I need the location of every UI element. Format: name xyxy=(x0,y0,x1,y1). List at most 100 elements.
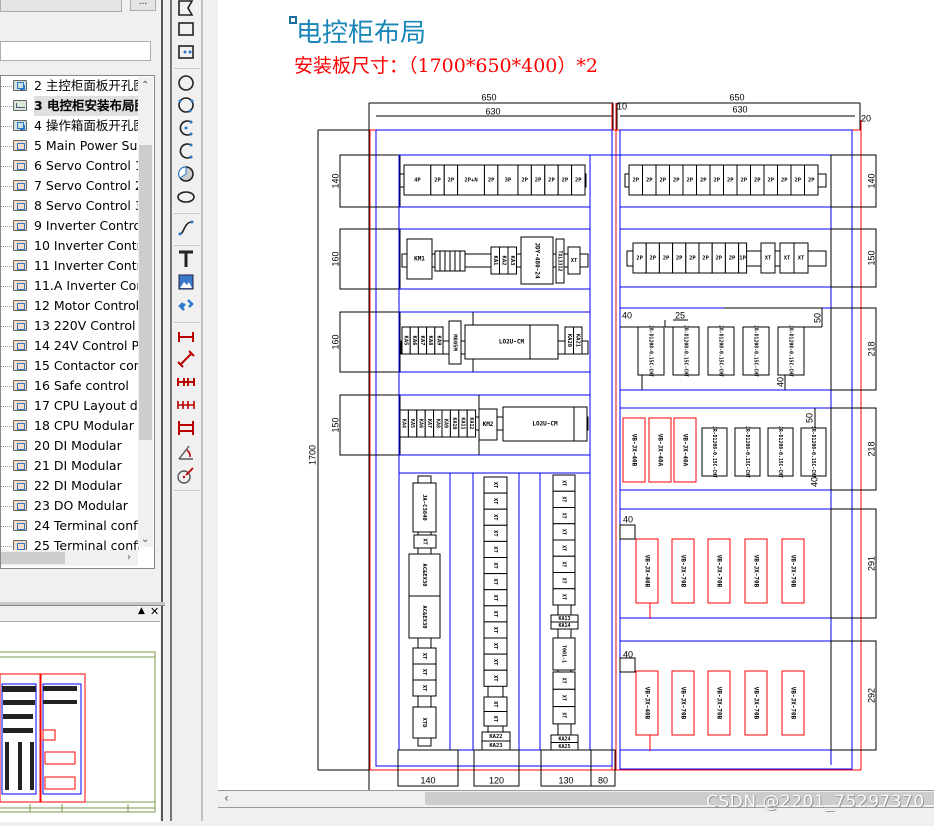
dimension-linear-icon[interactable] xyxy=(176,327,196,347)
dimension-baseline-icon[interactable] xyxy=(176,395,196,415)
component-label: JR-D1208-0.15C-CHT xyxy=(683,325,689,377)
tree-item[interactable]: 11 Inverter Control xyxy=(1,256,139,276)
collapse-icon[interactable]: ▲ xyxy=(138,606,145,616)
component: 2P xyxy=(696,164,711,196)
tree-item-label: 23 DO Modular xyxy=(34,498,128,513)
tree-item[interactable]: 10 Inverter Control xyxy=(1,236,139,256)
contactor: KM1 xyxy=(406,238,433,280)
polygon-icon[interactable] xyxy=(176,0,196,18)
dimension-increment-icon[interactable] xyxy=(176,418,196,438)
component-label: KA8 xyxy=(434,419,440,428)
column-component: XT xyxy=(483,476,508,494)
component-label: 2P xyxy=(632,178,639,184)
page-icon xyxy=(13,140,27,151)
circle-sector-icon[interactable] xyxy=(176,164,196,184)
component-label: XT xyxy=(492,675,498,682)
terminal-block xyxy=(449,250,456,272)
arc-center-icon[interactable] xyxy=(176,141,196,161)
component-label: JR-D1208-0.15C-CHT xyxy=(711,426,717,478)
component-label: LO2U-CM xyxy=(532,421,558,428)
tree-scroll-thumb[interactable] xyxy=(139,145,152,440)
tree-item[interactable]: 17 CPU Layout diagram xyxy=(1,396,139,416)
dimension-chain-icon[interactable] xyxy=(176,372,196,392)
tree-item[interactable]: 14 24V Control Power xyxy=(1,336,139,356)
tree-item[interactable]: 5 Main Power Supply xyxy=(1,136,139,156)
tree-item[interactable]: 18 CPU Modular xyxy=(1,416,139,436)
relay: KA7 xyxy=(417,326,428,355)
tree-item[interactable]: 16 Safe control xyxy=(1,376,139,396)
component-label: XT xyxy=(421,685,427,692)
tree-item[interactable]: 6 Servo Control 1 xyxy=(1,156,139,176)
tree-connector xyxy=(1,186,12,187)
tree-item[interactable]: 22 DI Modular xyxy=(1,476,139,496)
toolbar-separator xyxy=(174,490,200,491)
drawing-canvas[interactable]: 电控柜布局 安装板尺寸：（1700*650*400）*2 650 630 10 650 63… xyxy=(218,0,934,790)
scroll-down-icon[interactable]: ⌄ xyxy=(141,534,149,545)
tree-item[interactable]: 7 Servo Control 2 xyxy=(1,176,139,196)
spline-icon[interactable] xyxy=(176,218,196,238)
component-label: VB-JX-70B xyxy=(790,555,797,588)
scroll-left-icon[interactable]: ‹ xyxy=(224,791,229,805)
component-label: KA3 xyxy=(509,256,515,266)
tree-connector xyxy=(1,446,12,447)
tree-item[interactable]: 21 DI Modular xyxy=(1,456,139,476)
tree-item[interactable]: 11.A Inverter Control xyxy=(1,276,139,296)
relay: KA21 xyxy=(573,326,583,355)
rectangle-icon[interactable] xyxy=(176,19,196,39)
relay: KA12 xyxy=(466,409,477,438)
relay: KA9 xyxy=(434,326,444,355)
component-label: 2P xyxy=(713,178,720,184)
tree-item-label: 14 24V Control Power xyxy=(34,338,139,353)
component-label: XT xyxy=(561,594,567,600)
page-icon xyxy=(13,200,27,211)
component-label: JR-D1208-0.15C-CHT xyxy=(788,325,794,377)
ellipse-icon[interactable] xyxy=(176,187,196,207)
tree-item[interactable]: 13 220V Control Power xyxy=(1,316,139,336)
dimension-radius-icon[interactable] xyxy=(176,465,196,485)
tree-item[interactable]: 3 电控柜安装布局图 xyxy=(1,96,139,116)
scroll-up-icon[interactable]: ⌃ xyxy=(141,80,149,91)
component-label: XT xyxy=(492,482,498,489)
component: 2P xyxy=(790,164,805,196)
tree-item[interactable]: 2 主控柜面板开孔图 xyxy=(1,76,139,96)
close-icon[interactable]: ✕ xyxy=(150,605,159,618)
dimension-label: 20 xyxy=(861,113,871,123)
tree-item[interactable]: 8 Servo Control 3 xyxy=(1,196,139,216)
tree-hscroll-thumb[interactable] xyxy=(1,552,65,564)
arc-icon[interactable] xyxy=(176,118,196,138)
watermark: CSDN @2201_75297370 xyxy=(706,792,925,812)
filter-input[interactable] xyxy=(0,41,151,61)
component-label: 2P xyxy=(740,178,747,184)
image-icon[interactable] xyxy=(176,272,196,292)
rectangle-connector-icon[interactable] xyxy=(176,42,196,62)
project-selector[interactable] xyxy=(0,0,122,12)
component-label: XTD xyxy=(421,718,427,729)
tree-item-label: 20 DI Modular xyxy=(34,438,122,453)
link-icon[interactable] xyxy=(176,295,196,315)
tree-item-label: 13 220V Control Power xyxy=(34,318,139,333)
page-icon xyxy=(13,220,27,231)
circle-3point-icon[interactable] xyxy=(176,95,196,115)
tree-item[interactable]: 24 Terminal config xyxy=(1,516,139,536)
dimension-angle-icon[interactable] xyxy=(176,442,196,462)
tree-item[interactable]: 4 操作箱面板开孔图 xyxy=(1,116,139,136)
servo-drive: VB-JX-40B xyxy=(635,670,659,736)
scroll-right-icon[interactable]: › xyxy=(127,552,131,563)
tree-item-label: 15 Contactor control xyxy=(34,358,139,373)
column-component: KA14 xyxy=(550,621,579,630)
tree-item[interactable]: 15 Contactor control xyxy=(1,356,139,376)
tree-connector xyxy=(1,246,12,247)
tree-item-label: 11.A Inverter Control xyxy=(34,278,139,293)
tree-item[interactable]: 9 Inverter Control xyxy=(1,216,139,236)
component-label: XT xyxy=(798,256,805,262)
dimension-aligned-icon[interactable] xyxy=(176,349,196,369)
text-icon[interactable] xyxy=(176,249,196,269)
tree-item[interactable]: 20 DI Modular xyxy=(1,436,139,456)
tree-item[interactable]: 12 Motor Control xyxy=(1,296,139,316)
component-label: 2P xyxy=(562,178,569,184)
panel-icon xyxy=(13,80,27,91)
tree-item[interactable]: 23 DO Modular xyxy=(1,496,139,516)
circle-icon[interactable] xyxy=(176,73,196,93)
more-button[interactable]: ... xyxy=(130,0,156,11)
column-component: KA24 xyxy=(550,734,579,743)
